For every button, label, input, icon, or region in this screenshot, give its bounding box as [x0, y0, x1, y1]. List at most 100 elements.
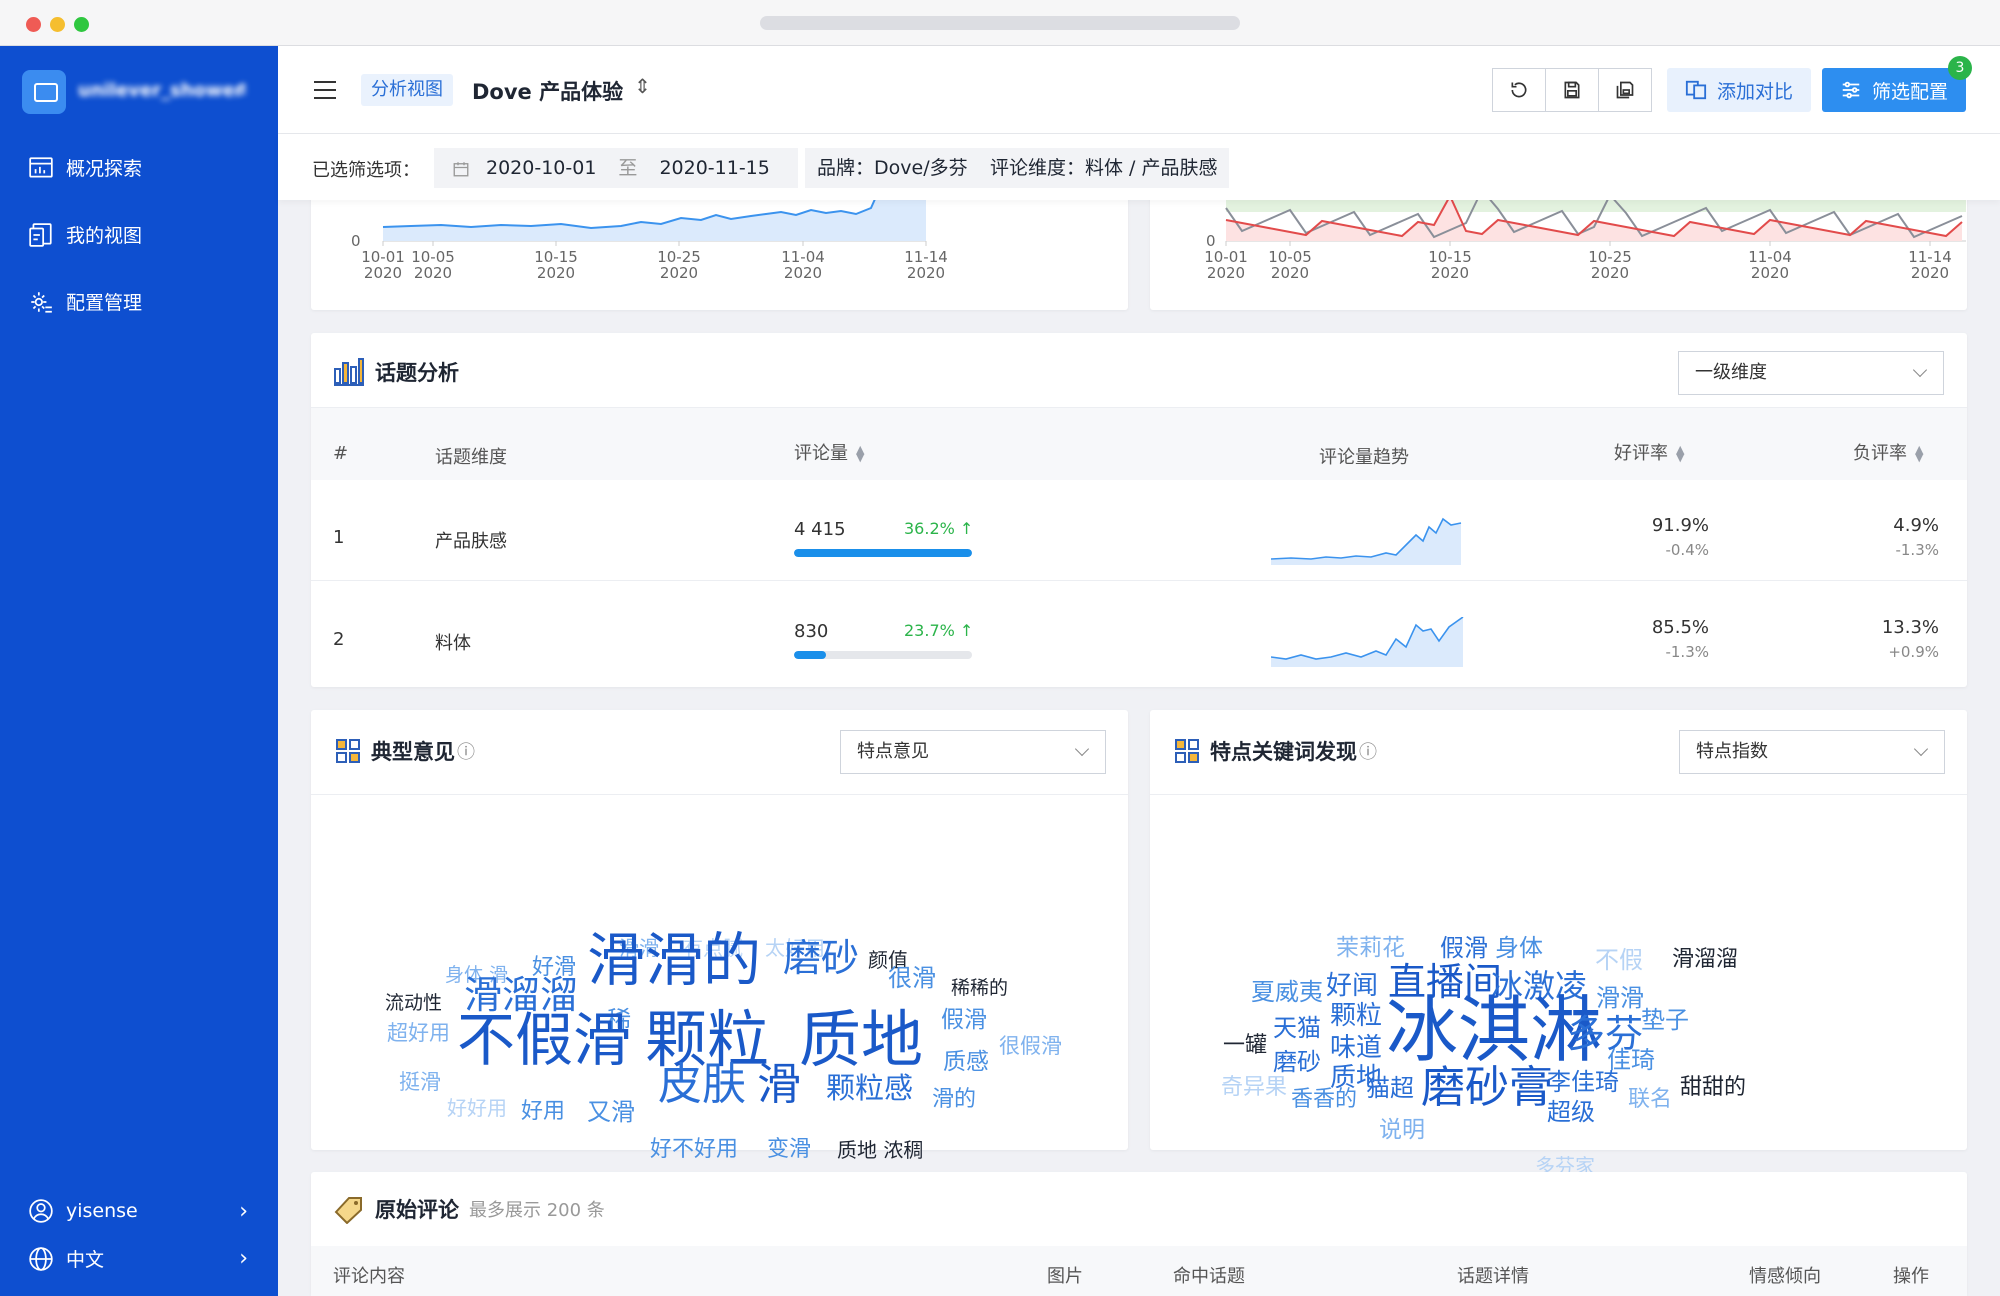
word-cloud-term[interactable]: 好不好用 [650, 1139, 738, 1161]
word-cloud-term[interactable]: 茉莉花 [1336, 936, 1405, 960]
table-row[interactable] [311, 582, 1967, 683]
sidebar-item-my-view[interactable]: 我的视图 [28, 221, 142, 248]
table-row[interactable] [311, 480, 1967, 581]
word-cloud-term[interactable]: 滑滑的 [587, 931, 761, 989]
word-cloud-term[interactable]: 不假滑 [457, 1011, 631, 1069]
user-name: yisense [66, 1200, 138, 1222]
word-cloud-term[interactable]: 滑的 [932, 1089, 976, 1111]
sort-icon[interactable]: ▲ ▼ [856, 444, 864, 463]
maximize-window-button[interactable] [74, 17, 89, 32]
chevron-right-icon: › [239, 1198, 248, 1224]
col-positive[interactable]: 好评率 ▲ ▼ [1614, 439, 1684, 465]
view-switch-icon[interactable]: ⇕ [634, 74, 651, 98]
filter-config-button[interactable]: 筛选配置 3 [1822, 56, 1973, 112]
word-cloud-term[interactable]: 质感 [943, 1050, 989, 1074]
add-compare-label: 添加对比 [1717, 80, 1794, 103]
sidebar-item-overview[interactable]: 概况探索 [28, 154, 142, 181]
word-cloud-term[interactable]: 味道 [1330, 1035, 1382, 1061]
word-cloud-term[interactable]: 质地 浓稠 [837, 1140, 923, 1160]
refresh-button[interactable] [1492, 68, 1546, 112]
word-cloud-term[interactable]: 很滑 [888, 966, 936, 990]
compare-icon [1685, 80, 1707, 100]
x-tick-label: 2020 [1431, 264, 1469, 282]
raw-comments-heading: 原始评论 [375, 1198, 459, 1222]
word-cloud-term[interactable]: 甜甜的 [1680, 1077, 1746, 1099]
sparkline-area [1271, 617, 1463, 667]
word-cloud-term[interactable]: 垫子 [1641, 1008, 1689, 1032]
language-menu[interactable]: 中文 › [28, 1245, 248, 1272]
col-count-label: 评论量 [794, 443, 848, 464]
word-cloud-term[interactable]: 超好用 [387, 1022, 450, 1044]
keyword-discovery-card: 特点关键词发现 ⓘ 特点指数 茉莉花 假滑 身体 不假 滑溜溜 夏威夷 好闻 直播间 冰激凌 滑滑… [1150, 710, 1967, 1176]
word-cloud-term[interactable]: 挺滑 [399, 1071, 441, 1093]
filter-config-label: 筛选配置 [1872, 80, 1949, 103]
sidebar-item-config[interactable]: 配置管理 [28, 288, 142, 315]
globe-icon [29, 1246, 53, 1271]
row-index: 2 [333, 629, 345, 650]
topic-level-select[interactable]: 一级维度 [1678, 351, 1944, 395]
word-cloud-term[interactable]: 天猫 [1273, 1016, 1321, 1040]
word-cloud-term[interactable]: 不假 [1595, 948, 1643, 972]
word-cloud-term[interactable]: 滑滑 [1596, 986, 1644, 1010]
x-tick-label: 2020 [1271, 264, 1309, 282]
sort-icon[interactable]: ▲ ▼ [1676, 444, 1684, 463]
row-sparkline [1271, 517, 1462, 565]
sort-icon[interactable]: ▲ ▼ [1915, 444, 1923, 463]
word-cloud-term[interactable]: 奇异果 [1221, 1077, 1287, 1099]
word-cloud-term[interactable]: 夏威夷 [1251, 980, 1323, 1004]
page-title[interactable]: Dove 产品体验 [472, 76, 623, 106]
save-as-button[interactable] [1598, 68, 1652, 112]
menu-icon[interactable] [313, 80, 337, 100]
word-cloud-term[interactable]: 质地 [799, 1009, 923, 1071]
word-cloud-term[interactable]: 颗粒感 [826, 1073, 913, 1103]
dimension-filter-chip[interactable]: 评论维度：料体 / 产品肤感 [978, 148, 1230, 188]
word-cloud-term[interactable]: 颗粒 [1330, 1003, 1382, 1029]
row-count: 4 415 [794, 519, 846, 540]
user-menu[interactable]: yisense › [28, 1198, 248, 1224]
brand-switch-icon[interactable]: ⇕ [236, 80, 249, 99]
word-cloud-term[interactable]: 说明 [1379, 1118, 1425, 1142]
date-to: 2020-11-15 [659, 157, 770, 179]
word-cloud-term[interactable]: 变滑 [767, 1139, 811, 1161]
word-cloud-term[interactable]: 又滑 [587, 1100, 635, 1124]
x-tick-label: 2020 [1751, 264, 1789, 282]
save-button[interactable] [1545, 68, 1599, 112]
address-bar[interactable] [760, 16, 1240, 30]
word-cloud-term[interactable]: 超级 [1547, 1100, 1595, 1124]
date-range-picker[interactable]: 2020-10-01 至 2020-11-15 [434, 148, 798, 188]
x-tick-label: 2020 [1207, 264, 1245, 282]
x-tick-label: 2020 [414, 264, 452, 282]
word-cloud-term[interactable]: 一罐 [1223, 1035, 1267, 1057]
word-cloud-term[interactable]: 磨砂 [783, 939, 859, 977]
word-cloud-term[interactable]: 滑溜溜 [1672, 949, 1738, 971]
minimize-window-button[interactable] [50, 17, 65, 32]
word-cloud-term[interactable]: 好用 [521, 1101, 565, 1123]
refresh-icon [1511, 82, 1527, 98]
word-cloud-term[interactable]: 假滑 [1440, 936, 1488, 960]
word-cloud-term[interactable]: 身体 [1495, 936, 1543, 960]
col-image: 图片 [1047, 1266, 1083, 1287]
word-cloud-term[interactable]: 磨砂膏 [1421, 1066, 1553, 1110]
col-trend: 评论量趋势 [1319, 447, 1409, 468]
word-cloud-term[interactable]: 假滑 [941, 1008, 987, 1032]
word-cloud-term[interactable]: 好闻 [1326, 973, 1378, 999]
word-cloud-term[interactable]: 稀稀的 [951, 978, 1008, 998]
word-cloud-term[interactable]: 李佳琦 [1547, 1070, 1619, 1094]
word-cloud-term[interactable]: 皮肤 [658, 1063, 746, 1107]
chevron-right-icon: › [239, 1246, 248, 1271]
comment-volume-chart-card: 010010-01202010-05202010-15202010-252020… [311, 174, 1128, 310]
word-cloud-term[interactable]: 滑 [757, 1063, 801, 1107]
add-compare-button[interactable]: 添加对比 [1667, 68, 1812, 112]
word-cloud-term[interactable]: 好好用 [447, 1098, 507, 1118]
word-cloud-term[interactable]: 很假滑 [999, 1035, 1062, 1057]
brand-filter-chip[interactable]: 品牌：Dove/多芬 [805, 148, 980, 188]
col-count[interactable]: 评论量 ▲ ▼ [794, 439, 864, 465]
word-cloud-term[interactable]: 磨砂 [1273, 1050, 1321, 1074]
word-cloud-term[interactable]: 香香的 [1291, 1089, 1357, 1111]
close-window-button[interactable] [26, 17, 41, 32]
word-cloud-term[interactable]: 流动性 [385, 993, 442, 1013]
col-negative[interactable]: 负评率 ▲ ▼ [1853, 439, 1923, 465]
word-cloud-term[interactable]: 猫超 [1366, 1076, 1414, 1100]
word-cloud-term[interactable]: 联名 [1628, 1089, 1672, 1111]
brand-name[interactable]: unilever_shower [78, 80, 244, 101]
